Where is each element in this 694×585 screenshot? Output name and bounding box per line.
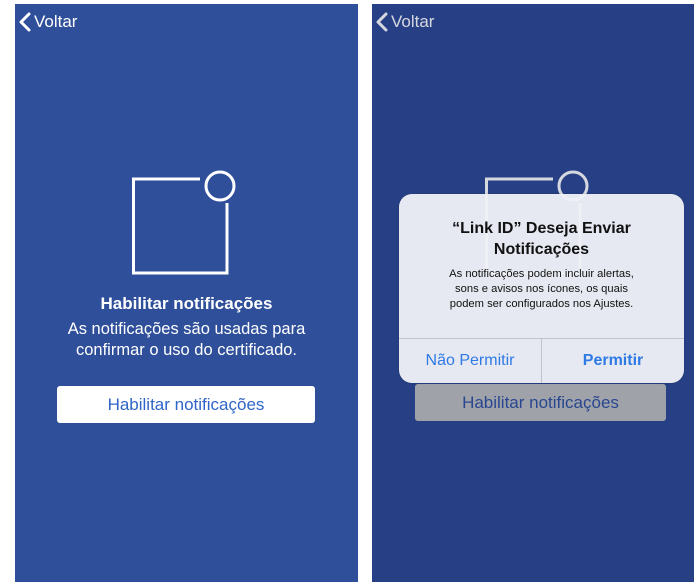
chevron-left-icon <box>19 12 31 32</box>
description-line-2: confirmar o uso do certificado. <box>75 341 298 359</box>
back-button[interactable]: Voltar <box>19 12 77 32</box>
permission-alert-dialog: “Link ID” Deseja Enviar Notificações As … <box>399 194 684 383</box>
alert-title-line-1: “Link ID” Deseja Enviar <box>452 220 631 237</box>
allow-button[interactable]: Permitir <box>542 339 684 383</box>
deny-button[interactable]: Não Permitir <box>399 339 541 383</box>
alert-message-line-1: As notificações podem incluir alertas, <box>449 268 634 280</box>
alert-message-line-2: sons e avisos nos ícones, os quais <box>455 283 628 295</box>
description-line-1: As notificações são usadas para <box>67 320 306 338</box>
back-label: Voltar <box>34 12 78 31</box>
alert-message: As notificações podem incluir alertas, s… <box>407 267 676 312</box>
alert-title-line-2: Notificações <box>493 241 590 258</box>
alert-message-line-3: podem ser configurados nos Ajustes. <box>449 298 634 310</box>
page-title: Habilitar notificações <box>100 294 273 313</box>
screen-enable-notifications: Voltar Habilitar notificações As notific… <box>15 4 358 582</box>
alert-title: “Link ID” Deseja Enviar Notificações <box>409 218 674 260</box>
screen-permission-alert: Voltar Habilitar notificações “Link ID” … <box>372 4 694 582</box>
enable-notifications-button[interactable]: Habilitar notificações <box>57 386 315 423</box>
notification-badge-icon <box>132 170 236 275</box>
